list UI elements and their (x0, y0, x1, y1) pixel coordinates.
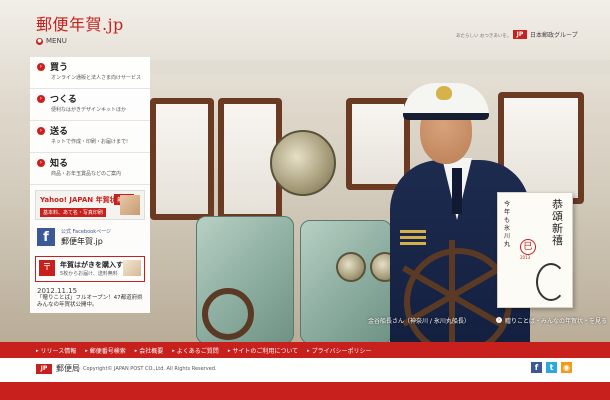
facebook-banner-top: 公式 Facebookページ (61, 229, 111, 235)
page: 郵便年賀.jp ● MENU あたらしい おつきあいを。 JP 日本郵政グループ… (0, 0, 610, 400)
menu-item-title: つくる (50, 95, 77, 105)
japan-post-logo[interactable]: JP 郵便局 (36, 363, 80, 374)
chevron-right-icon: › (496, 317, 502, 323)
postcard-stack-image (123, 260, 141, 276)
news-text: 「贈りことば」フルオープン！47都道府県みんなの年賀状公開中。 (37, 295, 143, 308)
news-date: 2012.11.15 (37, 287, 78, 295)
captain-caption: 金谷船長さん（神奈川 / 氷川丸船長） (368, 313, 470, 327)
yahoo-banner-sub: 基本料、あて名・写真印刷 (40, 208, 106, 217)
footer-logo-text: 郵便局 (56, 364, 80, 373)
chevron-right-icon: › (37, 95, 45, 103)
menu-toggle[interactable]: ● MENU (36, 37, 67, 45)
buy-banner-title: 年賀はがきを購入する (60, 261, 130, 269)
yahoo-nengajo-banner[interactable]: Yahoo! JAPAN 年賀状 無料! 基本料、あて名・写真印刷 (35, 190, 145, 220)
postal-mark-icon: 〒 (39, 260, 55, 276)
group-name: 日本郵政グループ (530, 32, 578, 39)
jp-logo-icon: JP (36, 363, 52, 374)
footer-link-label: 会社概要 (139, 348, 164, 355)
menu-item-title: 知る (50, 159, 69, 169)
footer-link-label: よくあるご質問 (176, 348, 219, 355)
footer-link-label: リリース情報 (40, 348, 77, 355)
footer-link-terms[interactable]: ▸ サイトのご利用について (227, 346, 299, 356)
card-side-text: 今年も氷川丸 (504, 201, 511, 248)
sleeve-stripe (400, 242, 426, 245)
facebook-icon[interactable]: f (531, 362, 542, 373)
menu-item-make[interactable]: › つくる 便利なはがきデザインキットほか (30, 89, 150, 121)
menu-item-buy[interactable]: › 買う オンライン通販と法人さま向けサービス (30, 57, 150, 89)
tagline: あたらしい おつきあいを。 (456, 34, 512, 39)
news-item[interactable]: 2012.11.15 「贈りことば」フルオープン！47都道府県みんなの年賀状公開… (37, 288, 145, 309)
bridge-window (346, 98, 410, 190)
words-link-text: 贈りことば・みんなの年賀状・を見る (505, 317, 608, 325)
footer-link-faq[interactable]: ▸ よくあるご質問 (172, 346, 219, 356)
footer-link-zipcode[interactable]: ▸ 郵便番号検索 (85, 346, 126, 356)
bullet-icon: ▸ (85, 347, 88, 354)
menu-item-learn[interactable]: › 知る 商品・お年玉賞品などのご案内 (30, 153, 150, 185)
card-greeting: 恭頌新禧 (552, 198, 563, 247)
side-menu: › 買う オンライン通販と法人さま向けサービス › つくる 便利なはがきデザイン… (30, 57, 150, 313)
facebook-page-banner[interactable]: f 公式 Facebookページ 郵便年賀.jp (35, 226, 145, 250)
rss-icon[interactable]: ◉ (561, 362, 572, 373)
sleeve-stripe (400, 236, 426, 239)
footer-link-label: サイトのご利用について (232, 348, 299, 355)
footer-link-privacy[interactable]: ▸ プライバシーポリシー (307, 346, 372, 356)
chevron-right-icon: › (37, 127, 45, 135)
bullet-icon: ▸ (227, 347, 231, 354)
chevron-right-icon: › (37, 159, 45, 167)
card-year: 2013 (520, 255, 531, 260)
words-link[interactable]: › 贈りことば・みんなの年賀状・を見る (496, 313, 607, 327)
caption-name-text: 金谷船長さん（神奈川 / 氷川丸船長） (368, 317, 470, 325)
bullet-icon: ▸ (172, 347, 175, 354)
bullet-icon: ▸ (36, 347, 39, 354)
bullet-icon: ▸ (134, 347, 138, 354)
jp-logo-icon: JP (513, 30, 527, 39)
footer-link-release[interactable]: ▸ リリース情報 (36, 346, 77, 356)
captain-tie (452, 168, 462, 214)
menu-item-send[interactable]: › 送る ネットで作成・印刷・お届けまで! (30, 121, 150, 153)
footer-link-label: プライバシーポリシー (311, 348, 372, 355)
copyright: Copyright© JAPAN POST CO.,Ltd. All Right… (83, 366, 217, 372)
yahoo-banner-title: Yahoo! JAPAN 年賀状 (40, 196, 117, 204)
bullet-icon: ▸ (307, 347, 310, 354)
footer-link-company[interactable]: ▸ 会社概要 (134, 346, 164, 356)
menu-item-title: 送る (50, 127, 69, 137)
menu-label: MENU (46, 37, 67, 45)
facebook-banner-title: 郵便年賀.jp (61, 237, 103, 246)
ceiling-beam (150, 60, 610, 74)
site-logo[interactable]: 郵便年賀.jp (36, 11, 124, 35)
jp-group-link[interactable]: JP 日本郵政グループ (513, 30, 578, 39)
twitter-icon[interactable]: t (546, 362, 557, 373)
cap-badge (436, 86, 452, 100)
menu-item-desc: ネットで作成・印刷・お届けまで! (51, 139, 129, 145)
menu-item-desc: 便利なはがきデザインキットほか (51, 107, 127, 113)
nengajo-card[interactable]: 恭頌新禧 今年も氷川丸 巳 2013 (497, 192, 573, 308)
valve-wheel (202, 288, 254, 340)
pressure-gauge (336, 252, 366, 282)
buy-banner-sub: 5枚からお届け、送料無料 (60, 271, 118, 277)
yahoo-banner-image (120, 195, 140, 215)
footer-nav: ▸ リリース情報 ▸ 郵便番号検索 ▸ 会社概要 ▸ よくあるご質問 ▸ サイトのご利用に… (36, 346, 372, 356)
menu-dot-icon: ● (36, 37, 43, 45)
social-links: f t ◉ (531, 362, 572, 373)
buy-nengajo-banner[interactable]: 〒 年賀はがきを購入する 5枚からお届け、送料無料 (35, 256, 145, 282)
snake-illustration (536, 263, 566, 301)
sleeve-stripe (400, 230, 426, 233)
footer-link-label: 郵便番号検索 (89, 348, 126, 355)
bridge-window (150, 98, 214, 220)
chevron-right-icon: › (37, 63, 45, 71)
menu-item-desc: オンライン通販と法人さま向けサービス (51, 75, 142, 81)
menu-item-title: 買う (50, 63, 69, 73)
facebook-icon: f (37, 228, 55, 246)
brass-telegraph (270, 130, 336, 196)
zodiac-seal: 巳 (520, 239, 536, 255)
menu-item-desc: 商品・お年玉賞品などのご案内 (51, 171, 122, 177)
